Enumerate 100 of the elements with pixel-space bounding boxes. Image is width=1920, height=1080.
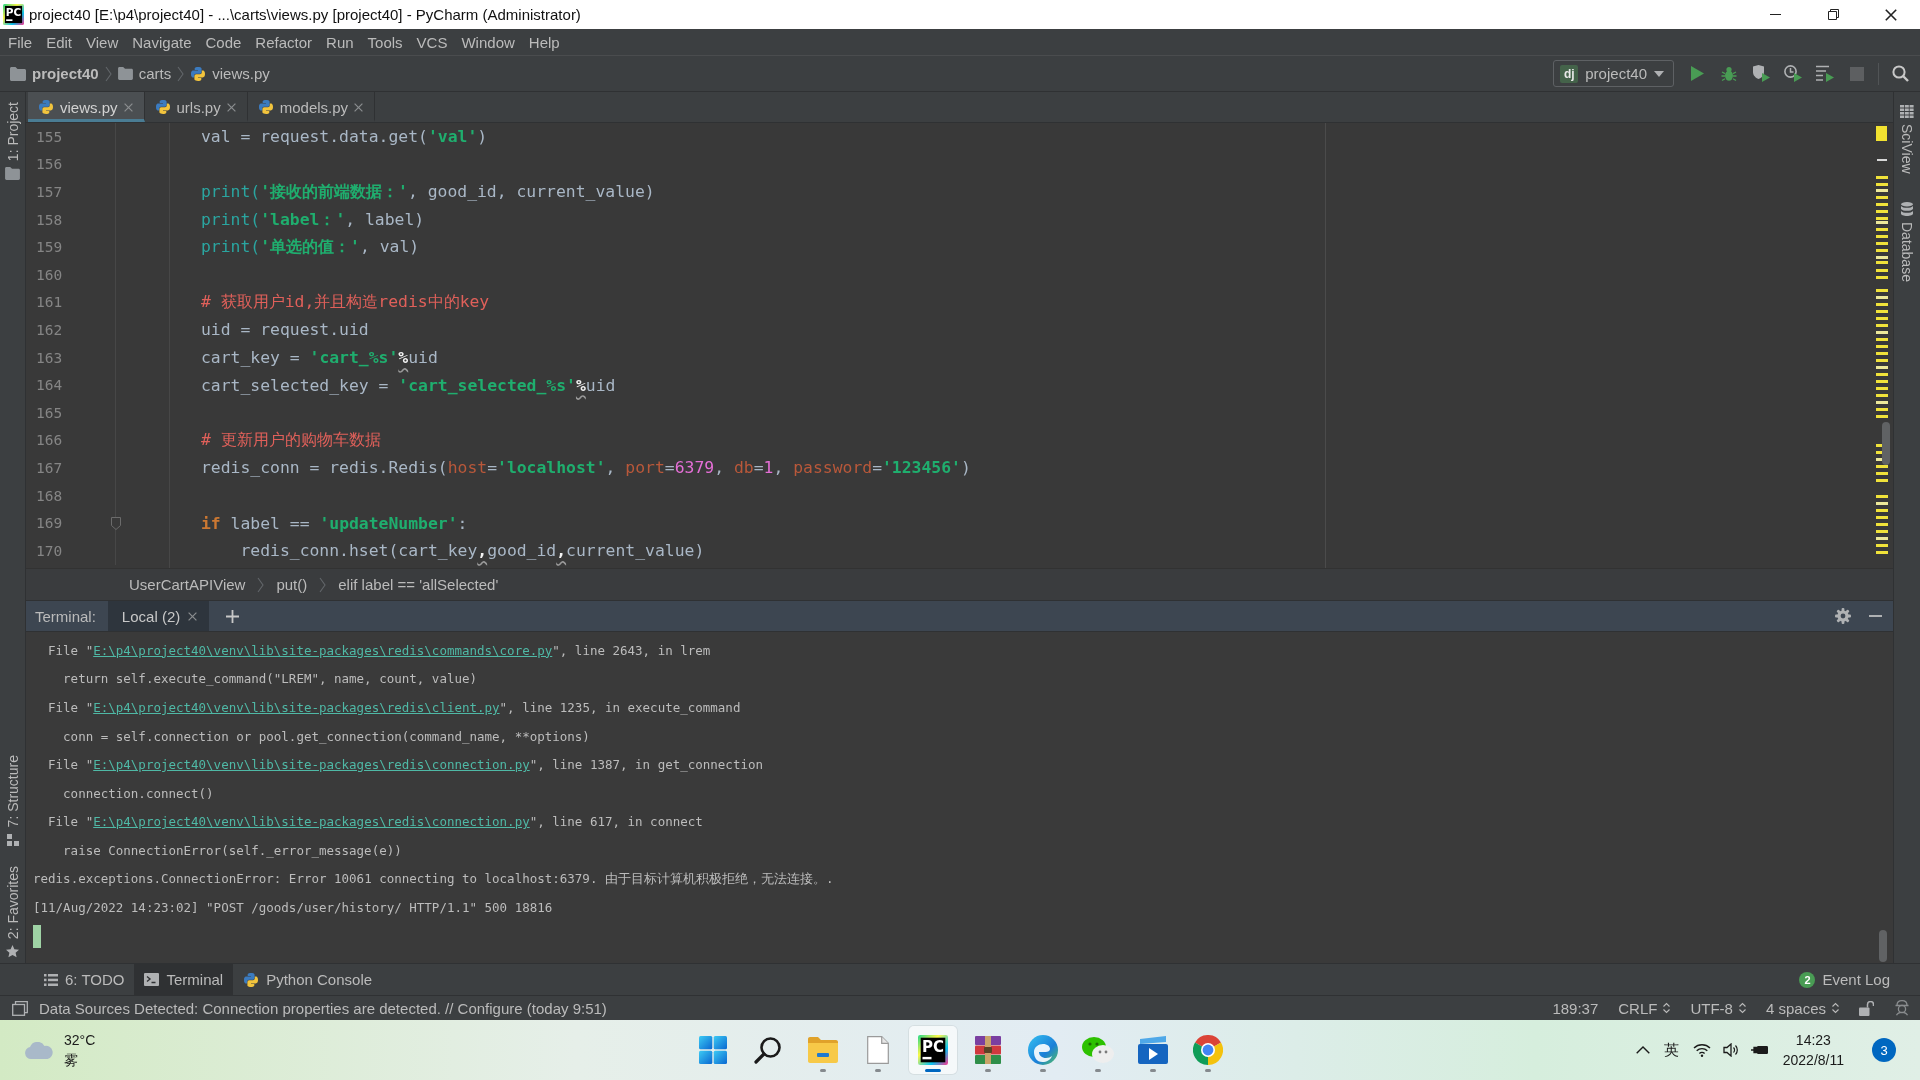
- tool-window-button[interactable]: SciView: [1899, 105, 1915, 174]
- tool-window-tab[interactable]: Python Console: [233, 964, 383, 995]
- line-number: 164: [36, 377, 63, 394]
- chevron-up-icon: [1635, 1046, 1650, 1054]
- terminal-icon: [144, 973, 160, 986]
- tool-window-button[interactable]: 1: Project: [4, 102, 21, 181]
- line-number: 157: [36, 184, 63, 200]
- editor-tab[interactable]: models.py: [247, 92, 376, 122]
- code-line: cart_key = 'cart_%s'%uid: [200, 348, 438, 368]
- menu-item[interactable]: Tools: [360, 30, 410, 54]
- line-number: 170: [36, 542, 63, 559]
- code-line: if label == 'updateNumber':: [200, 513, 468, 533]
- status-widget[interactable]: CRLF: [1618, 999, 1671, 1017]
- tool-window-tab[interactable]: 6: TODO: [34, 964, 135, 995]
- document-icon: [866, 1036, 889, 1064]
- input-method-button[interactable]: 英: [1663, 1040, 1679, 1060]
- code-line: uid = request.uid: [200, 320, 369, 340]
- file-link[interactable]: E:\p4\project40\venv\lib\site-packages\redis\commands\core.py: [93, 642, 553, 658]
- terminal-line: redis.exceptions.ConnectionError: Error 10061 connecting to localhost:6379. 由于目标计算机积极拒绝，无法连接。.: [33, 870, 834, 888]
- tool-window-button[interactable]: Database: [1899, 201, 1915, 282]
- file-link[interactable]: E:\p4\project40\venv\lib\site-packages\redis\connection.py: [93, 757, 530, 773]
- menu-item[interactable]: Help: [521, 30, 567, 54]
- scrollbar-thumb[interactable]: [1879, 930, 1887, 962]
- event-log-button[interactable]: 2 Event Log: [1799, 971, 1890, 988]
- clock-play-icon: [1784, 65, 1802, 82]
- menu-item[interactable]: Run: [319, 30, 361, 54]
- line-number: 163: [36, 349, 63, 366]
- menu-item[interactable]: Navigate: [125, 30, 199, 54]
- chat-bubbles-icon: [1081, 1036, 1114, 1064]
- restore-icon: [1827, 9, 1839, 20]
- ide-logo: PC: [917, 1035, 948, 1065]
- caret-down-icon: [1654, 70, 1664, 77]
- terminal-line: [11/Aug/2022 14:23:02] "POST /goods/user/history/ HTTP/1.1" 500 18816: [33, 900, 553, 916]
- fold-marker-icon[interactable]: [111, 516, 121, 530]
- status-widget[interactable]: 4 spaces: [1765, 999, 1839, 1017]
- folder-icon: [5, 167, 20, 181]
- list-icon: [44, 973, 58, 986]
- terminal-line: raise ConnectionError(self._error_message(e)): [63, 842, 402, 858]
- menu-item[interactable]: Window: [454, 30, 522, 54]
- editor-tab[interactable]: urls.py: [144, 92, 248, 122]
- status-widget[interactable]: UTF-8: [1690, 999, 1746, 1017]
- menu-item[interactable]: View: [79, 30, 126, 54]
- code-line: # 获取用户id,并且构造redis中的key: [200, 291, 490, 314]
- python-file-icon: [243, 971, 260, 988]
- menu-item[interactable]: Edit: [39, 30, 80, 54]
- terminal-cursor: [33, 924, 41, 948]
- chevron-right-icon: [177, 65, 185, 82]
- panels-toggle-icon[interactable]: [12, 1000, 28, 1016]
- person-icon[interactable]: [1894, 1000, 1910, 1016]
- code-editor[interactable]: [26, 123, 1893, 568]
- terminal-line: connection.connect(): [63, 785, 214, 801]
- line-number: 158: [36, 211, 63, 228]
- segmented-circle-icon: [1192, 1035, 1223, 1065]
- breadcrumb-item[interactable]: views.py: [190, 65, 270, 82]
- breadcrumb-item[interactable]: carts: [117, 65, 172, 82]
- chevron-right-icon: [257, 576, 265, 593]
- folder-icon: [117, 67, 133, 80]
- file-link[interactable]: E:\p4\project40\venv\lib\site-packages\redis\connection.py: [93, 814, 530, 830]
- hidden-icons-button[interactable]: [1635, 1046, 1650, 1054]
- taskbar-app-button[interactable]: PC: [908, 1026, 957, 1074]
- line-number: 168: [36, 487, 63, 504]
- folder-icon: [807, 1037, 838, 1063]
- breadcrumb-item[interactable]: project40: [10, 65, 99, 82]
- tool-window-button[interactable]: 7: Structure: [4, 755, 21, 846]
- search-icon: [1891, 65, 1909, 82]
- breadcrumb-item[interactable]: elif label == 'allSelected': [338, 576, 499, 593]
- line-number: 159: [36, 239, 63, 256]
- clock-button[interactable]: 14:23 2022/8/11: [1782, 1030, 1844, 1070]
- table-grid-icon: [1900, 105, 1914, 118]
- minus-icon: [1868, 615, 1882, 617]
- breadcrumb-item[interactable]: put(): [276, 576, 308, 593]
- file-link[interactable]: E:\p4\project40\venv\lib\site-packages\redis\client.py: [93, 700, 500, 715]
- run-configuration-dropdown[interactable]: dj project40: [1553, 60, 1674, 87]
- tool-window-button[interactable]: 2: Favorites: [4, 865, 21, 958]
- menu-item[interactable]: File: [1, 30, 40, 54]
- terminal-panel[interactable]: [26, 632, 1893, 963]
- menu-item[interactable]: VCS: [409, 30, 455, 54]
- python-file-icon: [38, 99, 54, 115]
- line-number: 167: [36, 459, 63, 476]
- wifi-icon: [1692, 1043, 1711, 1057]
- notification-badge[interactable]: 3: [1872, 1038, 1896, 1062]
- breadcrumb-item[interactable]: UserCartAPIView: [129, 576, 246, 593]
- unlocked-padlock-icon[interactable]: [1859, 1000, 1874, 1016]
- window-title: project40 [E:\p4\project40] - ...\carts\views.py [project40] - PyCharm (Administrator): [29, 6, 581, 23]
- quick-settings-button[interactable]: [1692, 1043, 1769, 1057]
- menu-item[interactable]: Code: [198, 30, 249, 54]
- speaker-icon: [1722, 1043, 1739, 1057]
- menu-item[interactable]: Refactor: [248, 30, 320, 54]
- session-tab[interactable]: Local (2): [107, 601, 210, 631]
- weather-widget[interactable]: 32°C 雾: [24, 1030, 96, 1070]
- editor-tab[interactable]: views.py: [28, 92, 145, 122]
- code-line: print('label：', label): [200, 208, 425, 231]
- line-number: 166: [36, 432, 63, 449]
- tool-window-tab[interactable]: Terminal: [134, 964, 234, 995]
- status-widget[interactable]: 189:37: [1552, 999, 1599, 1017]
- chevron-right-icon: [104, 65, 112, 82]
- terminal-line: conn = self.connection or pool.get_connection(command_name, **options): [63, 728, 590, 744]
- terminal-line: File "E:\p4\project40\venv\lib\site-packages\redis\client.py", line 1235, in execute_command: [48, 700, 741, 715]
- line-number: 155: [36, 128, 63, 145]
- scrollbar-thumb[interactable]: [1882, 422, 1890, 465]
